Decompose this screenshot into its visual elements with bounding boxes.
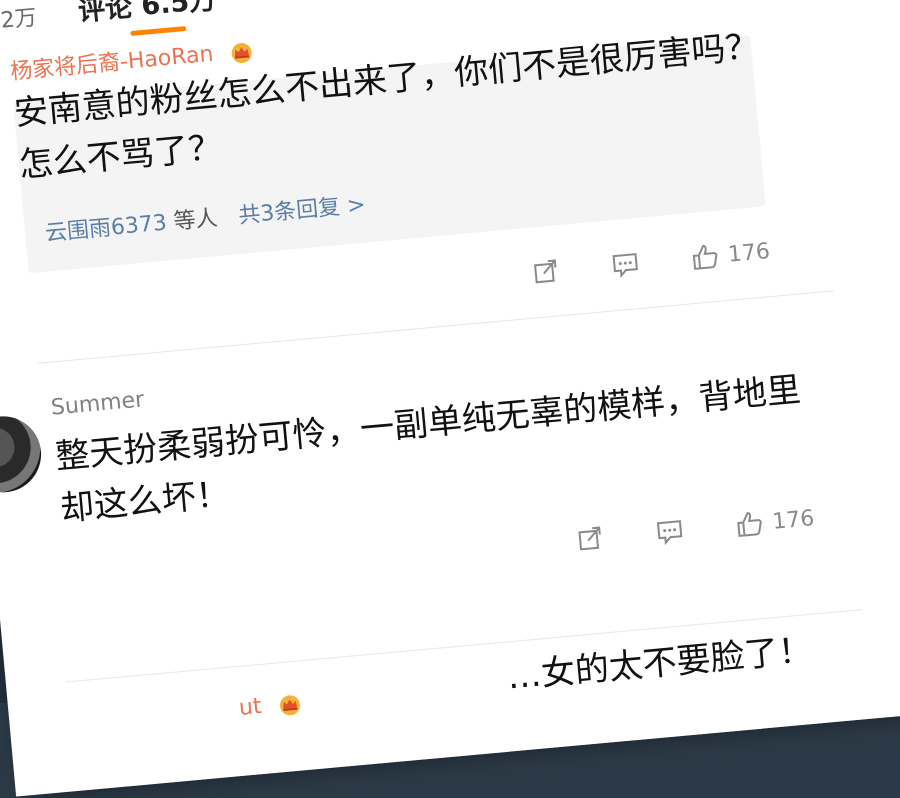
like-count: 176 <box>726 238 771 268</box>
comment-actions: 176 <box>574 500 856 557</box>
reply-count-link[interactable]: 共3条回复 > <box>237 193 366 229</box>
reply-others: 等人 <box>172 205 219 235</box>
avatar[interactable] <box>0 413 45 496</box>
like-count: 176 <box>771 505 816 535</box>
thumbs-up-icon <box>737 512 762 537</box>
like-button[interactable]: 176 <box>733 503 815 540</box>
divider <box>36 290 834 364</box>
comment-bubble-icon <box>612 253 638 279</box>
thumbs-up-icon <box>692 245 718 270</box>
crown-icon <box>231 43 252 64</box>
share-button[interactable] <box>574 522 607 555</box>
comment-button[interactable] <box>653 515 686 548</box>
comment-item: ut …女的太不要脸了！ <box>9 630 865 721</box>
reply-summary[interactable]: 云围雨6373 等人 共3条回复 > <box>44 187 367 248</box>
comment-button[interactable] <box>609 248 642 281</box>
share-button[interactable] <box>529 255 562 288</box>
comment-bubble-icon <box>656 520 683 546</box>
comment-text: …女的太不要脸了！ <box>505 629 814 698</box>
reply-nick[interactable]: 云围雨6373 <box>44 211 168 247</box>
tab-reposts[interactable]: 2万 <box>0 0 38 35</box>
share-icon <box>578 526 601 551</box>
comment-actions: 176 <box>529 232 811 289</box>
comment-username[interactable]: ut <box>238 690 304 721</box>
tab-comments[interactable]: 评论 6.5万 <box>76 0 217 29</box>
tab-bar: 2万 评论 6.5万 <box>0 0 217 37</box>
share-icon <box>534 259 557 284</box>
active-tab-indicator <box>130 25 187 37</box>
comment-username[interactable]: Summer <box>50 387 145 420</box>
like-button[interactable]: 176 <box>689 236 771 273</box>
comment-item: Summer 整天扮柔弱扮可怜，一副单纯无辜的模样，背地里却这么坏！ 176 <box>0 320 836 551</box>
comment-text: 整天扮柔弱扮可怜，一副单纯无辜的模样，背地里却这么坏！ <box>53 369 803 530</box>
comments-screen: 2万 评论 6.5万 杨家将后裔-HaoRan 安南意的粉丝怎么不出来了，你们不… <box>0 0 900 797</box>
crown-icon <box>279 695 300 716</box>
